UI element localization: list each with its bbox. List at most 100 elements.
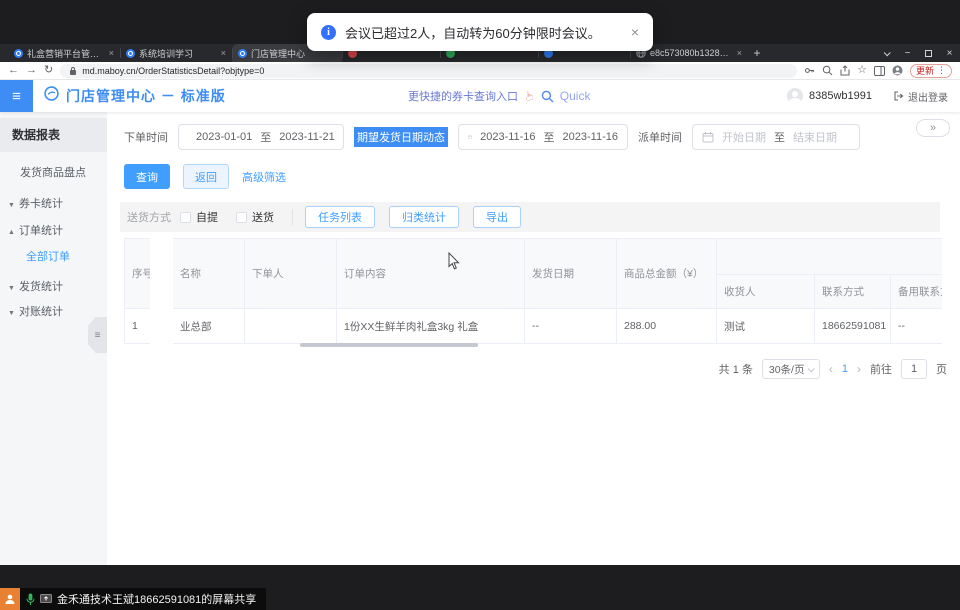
desktop: 礼盒营销平台管理中心 × 系统培训学习 × 门店管理中心 e8c573080b1… bbox=[0, 0, 960, 610]
share-icon[interactable] bbox=[840, 65, 850, 76]
tab-close-icon[interactable]: × bbox=[109, 48, 114, 58]
calendar-icon bbox=[468, 131, 472, 143]
dispatch-time-label: 派单时间 bbox=[638, 129, 682, 145]
share-body: 金禾通技术王斌18662591081的屏幕共享 bbox=[20, 588, 266, 610]
page-size-select[interactable]: 30条/页 bbox=[762, 359, 820, 379]
expand-filters-button[interactable]: » bbox=[916, 119, 950, 137]
col-header-name: 名称 bbox=[173, 239, 245, 309]
horizontal-scrollbar[interactable] bbox=[300, 343, 478, 347]
sidebar-item-coupon-stats[interactable]: ▼券卡统计 bbox=[0, 194, 107, 214]
new-tab-button[interactable]: + bbox=[748, 44, 766, 62]
tab-title: 礼盒营销平台管理中心 bbox=[27, 47, 103, 60]
sidebar-item-label: 券卡统计 bbox=[19, 198, 63, 210]
delivery-label[interactable]: 送货 bbox=[252, 209, 274, 225]
sidebar-section-reports[interactable]: 数据报表 bbox=[0, 118, 107, 152]
goto-page-input[interactable] bbox=[901, 359, 927, 379]
page-size-value: 30条/页 bbox=[769, 362, 805, 377]
advanced-filter-link[interactable]: 高级筛选 bbox=[242, 169, 286, 185]
logout-button[interactable]: 退出登录 bbox=[894, 89, 948, 104]
sidebar-item-label: 发货商品盘点 bbox=[20, 167, 86, 179]
orders-table: 序号 名称 下单人 订单内容 发货日期 商品总金额（¥） 收货人 联系方式 备用… bbox=[124, 238, 942, 344]
export-button[interactable]: 导出 bbox=[473, 206, 521, 228]
zoom-icon[interactable] bbox=[822, 65, 833, 76]
col-header-buyer: 下单人 bbox=[245, 239, 337, 309]
category-stats-button[interactable]: 归类统计 bbox=[389, 206, 459, 228]
password-key-icon[interactable] bbox=[804, 65, 815, 76]
order-date-range-input[interactable]: 2023-01-01 至 2023-11-21 bbox=[178, 124, 344, 150]
pickup-label[interactable]: 自提 bbox=[196, 209, 218, 225]
caret-down-icon: ▼ bbox=[8, 279, 19, 299]
cell-backup-contact: -- bbox=[891, 309, 943, 344]
divider bbox=[292, 209, 293, 225]
hamburger-menu-button[interactable]: ≡ bbox=[0, 80, 33, 112]
current-page[interactable]: 1 bbox=[842, 363, 848, 375]
chrome-update-button[interactable]: 更新 ⋮ bbox=[910, 64, 952, 78]
range-end: 2023-11-16 bbox=[563, 131, 618, 143]
tab-close-icon[interactable]: × bbox=[221, 48, 226, 58]
quick-label[interactable]: Quick bbox=[560, 89, 591, 103]
sidebar-item-reconciliation-stats[interactable]: ▼对账统计 bbox=[0, 302, 107, 322]
forward-button[interactable]: → bbox=[26, 65, 37, 76]
overlay-patch bbox=[150, 238, 173, 344]
side-panel-icon[interactable] bbox=[874, 66, 885, 76]
col-header-order-content: 订单内容 bbox=[337, 239, 525, 309]
app-title: 门店管理中心 － 标准版 bbox=[66, 86, 226, 106]
task-list-button[interactable]: 任务列表 bbox=[305, 206, 375, 228]
sidebar-item-all-orders-active[interactable]: 全部订单 bbox=[0, 247, 107, 267]
delivery-checkbox[interactable] bbox=[236, 212, 247, 223]
prev-page-button[interactable]: ‹ bbox=[829, 362, 833, 376]
screen-share-bar[interactable]: 金禾通技术王斌18662591081的屏幕共享 bbox=[0, 588, 266, 610]
tab-close-icon[interactable]: × bbox=[737, 48, 742, 58]
range-start: 2023-11-16 bbox=[480, 131, 535, 143]
tab-title: 系统培训学习 bbox=[139, 47, 215, 60]
microphone-icon bbox=[26, 593, 35, 606]
col-header-group bbox=[717, 239, 943, 275]
dispatch-date-range-input[interactable]: 开始日期 至 结束日期 bbox=[692, 124, 860, 150]
col-header-contact: 联系方式 bbox=[815, 275, 891, 309]
col-header-amount: 商品总金额（¥） bbox=[617, 239, 717, 309]
sidebar-item-shipment-inventory[interactable]: 发货商品盘点 bbox=[0, 163, 107, 183]
toast-message: 会议已超过2人，自动转为60分钟限时会议。 bbox=[345, 23, 601, 42]
profile-avatar-icon[interactable] bbox=[892, 65, 903, 76]
sidebar-item-order-stats[interactable]: ▲订单统计 bbox=[0, 221, 107, 241]
query-button[interactable]: 查询 bbox=[124, 164, 170, 189]
sidebar-item-label: 对账统计 bbox=[19, 306, 63, 318]
expected-ship-date-range-input[interactable]: 2023-11-16 至 2023-11-16 bbox=[458, 124, 628, 150]
quick-entry-link[interactable]: 更快捷的券卡查询入口 bbox=[408, 88, 518, 104]
address-bar[interactable]: md.maboy.cn/OrderStatisticsDetail?objtyp… bbox=[60, 64, 797, 78]
user-avatar[interactable] bbox=[787, 88, 803, 104]
mouse-cursor bbox=[448, 252, 460, 270]
back-button-page[interactable]: 返回 bbox=[183, 164, 229, 189]
browser-tab-2[interactable]: 系统培训学习 × bbox=[120, 44, 232, 62]
person-icon bbox=[4, 593, 16, 605]
pickup-checkbox[interactable] bbox=[180, 212, 191, 223]
caret-down-icon: ▼ bbox=[8, 196, 19, 216]
table-row[interactable]: 1 业总部 1份XX生鲜羊肉礼盒3kg 礼盒 -- 288.00 测试 1866… bbox=[125, 309, 943, 344]
content-area: 下单时间 2023-01-01 至 2023-11-21 期望发货日期动态 20… bbox=[107, 112, 960, 565]
browser-menu-icon[interactable]: ⋮ bbox=[937, 65, 946, 76]
window-close-button[interactable]: × bbox=[939, 44, 960, 62]
window-maximize-button[interactable] bbox=[918, 44, 939, 62]
share-text: 金禾通技术王斌18662591081的屏幕共享 bbox=[57, 591, 256, 607]
toast-close-icon[interactable]: × bbox=[631, 24, 639, 40]
next-page-button[interactable]: › bbox=[857, 362, 861, 376]
sidebar-item-shipping-stats[interactable]: ▼发货统计 bbox=[0, 277, 107, 297]
delivery-toolbar: 送货方式 自提 送货 任务列表 归类统计 导出 bbox=[120, 202, 940, 232]
browser-tab-1[interactable]: 礼盒营销平台管理中心 × bbox=[8, 44, 120, 62]
back-button[interactable]: ← bbox=[8, 65, 19, 76]
url-text: md.maboy.cn/OrderStatisticsDetail?objtyp… bbox=[82, 66, 264, 76]
quick-search-icon[interactable] bbox=[541, 90, 554, 103]
cell-buyer bbox=[245, 309, 337, 344]
browser-dropdown-chevron-icon[interactable] bbox=[876, 44, 897, 62]
cell-contact: 18662591081 bbox=[815, 309, 891, 344]
logout-label: 退出登录 bbox=[908, 89, 948, 104]
total-count: 共 1 条 bbox=[719, 361, 753, 377]
range-separator: 至 bbox=[260, 129, 271, 145]
sidebar-collapse-handle[interactable]: ≡ bbox=[88, 317, 107, 353]
window-minimize-button[interactable]: − bbox=[897, 44, 918, 62]
reload-button[interactable]: ↻ bbox=[44, 65, 53, 76]
meeting-toast: i 会议已超过2人，自动转为60分钟限时会议。 × bbox=[307, 13, 653, 51]
bookmark-star-icon[interactable]: ☆ bbox=[857, 65, 867, 76]
tab-title: e8c573080b1328a258fd2e618 bbox=[650, 48, 731, 58]
range-separator: 至 bbox=[774, 129, 785, 145]
